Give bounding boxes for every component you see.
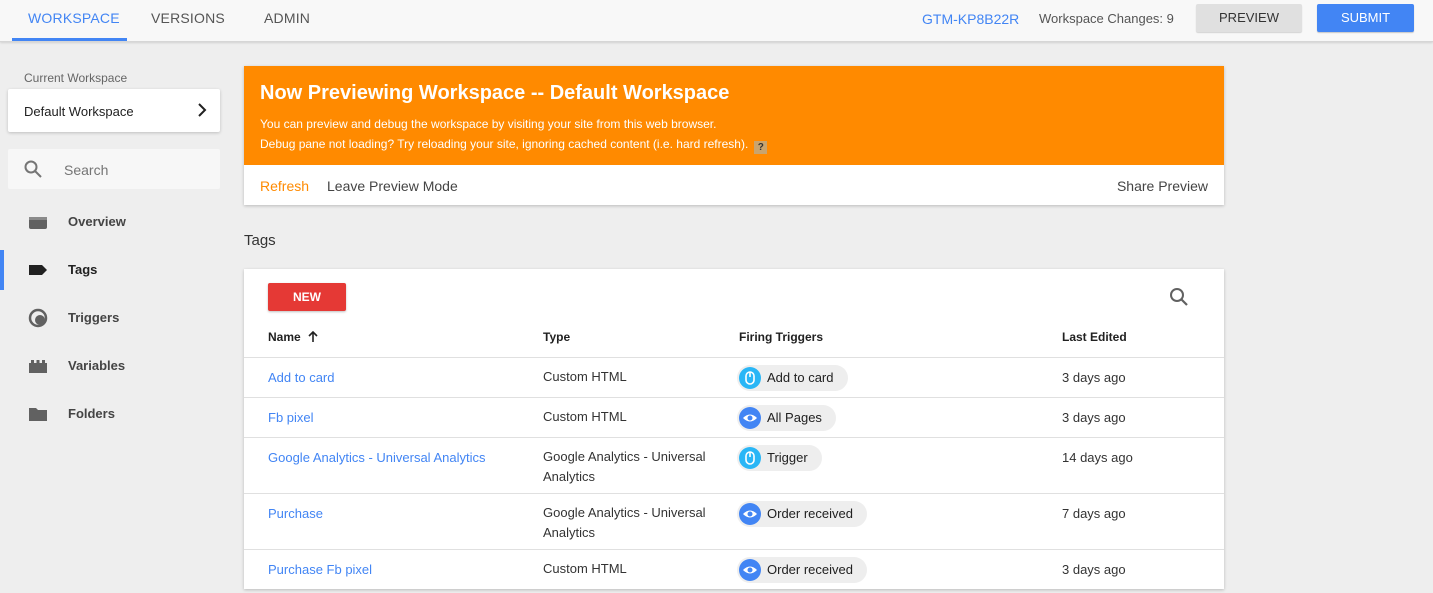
trigger-chip-label: Order received bbox=[767, 562, 853, 577]
preview-banner-debug-hint: Debug pane not loading? Try reloading yo… bbox=[260, 137, 768, 154]
sidebar-item-folders[interactable]: Folders bbox=[0, 394, 228, 434]
workspace-name: Default Workspace bbox=[24, 104, 134, 119]
trigger-chip-label: Add to card bbox=[767, 370, 834, 385]
column-header-name[interactable]: Name bbox=[268, 330, 319, 346]
table-row[interactable]: Purchase Google Analytics - Universal An… bbox=[244, 493, 1224, 549]
share-preview-link[interactable]: Share Preview bbox=[1117, 178, 1208, 194]
tab-admin[interactable]: ADMIN bbox=[264, 0, 310, 42]
top-bar: WORKSPACE VERSIONS ADMIN GTM-KP8B22R Wor… bbox=[0, 0, 1433, 42]
container-id-link[interactable]: GTM-KP8B22R bbox=[922, 11, 1019, 27]
sidebar-item-tags[interactable]: Tags bbox=[0, 250, 228, 290]
last-edited: 3 days ago bbox=[1062, 370, 1126, 385]
search-placeholder: Search bbox=[64, 162, 109, 178]
tag-type: Custom HTML bbox=[543, 409, 627, 424]
active-tab-indicator bbox=[12, 38, 127, 41]
tag-type: Google Analytics - Universal Analytics bbox=[543, 505, 706, 540]
click-trigger-icon bbox=[739, 447, 761, 469]
sidebar-item-overview[interactable]: Overview bbox=[0, 202, 228, 242]
refresh-link[interactable]: Refresh bbox=[260, 178, 309, 194]
tag-name-link[interactable]: Add to card bbox=[268, 370, 335, 385]
trigger-chip[interactable]: Order received bbox=[737, 557, 867, 583]
sidebar-item-label: Overview bbox=[68, 214, 126, 229]
tag-name-link[interactable]: Fb pixel bbox=[268, 410, 314, 425]
folder-icon bbox=[28, 404, 48, 424]
tags-table-card: NEW Name Type Firing Triggers Last Edite… bbox=[244, 269, 1224, 589]
variables-icon bbox=[28, 356, 48, 376]
column-header-last-edited[interactable]: Last Edited bbox=[1062, 330, 1127, 344]
tag-name-link[interactable]: Google Analytics - Universal Analytics bbox=[268, 450, 485, 465]
sidebar-item-label: Tags bbox=[68, 262, 98, 277]
trigger-chip[interactable]: Add to card bbox=[737, 365, 848, 391]
tab-versions[interactable]: VERSIONS bbox=[151, 0, 225, 42]
trigger-chip[interactable]: Trigger bbox=[737, 445, 822, 471]
eye-icon bbox=[739, 503, 761, 525]
last-edited: 7 days ago bbox=[1062, 506, 1126, 521]
sidebar-item-variables[interactable]: Variables bbox=[0, 346, 228, 386]
sidebar-search-input[interactable]: Search bbox=[8, 149, 220, 189]
preview-banner-message: You can preview and debug the workspace … bbox=[260, 117, 717, 131]
trigger-icon bbox=[28, 308, 48, 328]
preview-banner: Now Previewing Workspace -- Default Work… bbox=[244, 66, 1224, 205]
current-workspace-label: Current Workspace bbox=[24, 71, 128, 85]
preview-banner-header: Now Previewing Workspace -- Default Work… bbox=[244, 66, 1224, 165]
eye-icon bbox=[739, 559, 761, 581]
tag-icon bbox=[28, 260, 48, 280]
sidebar-item-triggers[interactable]: Triggers bbox=[0, 298, 228, 338]
sidebar-item-label: Folders bbox=[68, 406, 115, 421]
arrow-up-icon bbox=[307, 330, 319, 346]
page-title: Tags bbox=[244, 232, 276, 249]
trigger-chip-label: All Pages bbox=[767, 410, 822, 425]
workspace-selector[interactable]: Default Workspace bbox=[8, 89, 220, 132]
sidebar-item-label: Triggers bbox=[68, 310, 120, 325]
new-tag-button[interactable]: NEW bbox=[268, 283, 346, 311]
last-edited: 3 days ago bbox=[1062, 562, 1126, 577]
last-edited: 3 days ago bbox=[1062, 410, 1126, 425]
trigger-chip-label: Order received bbox=[767, 506, 853, 521]
column-header-label: Name bbox=[268, 330, 301, 344]
eye-icon bbox=[739, 407, 761, 429]
last-edited: 14 days ago bbox=[1062, 450, 1133, 465]
table-row[interactable]: Fb pixel Custom HTML All Pages 3 days ag… bbox=[244, 397, 1224, 437]
table-row[interactable]: Purchase Fb pixel Custom HTML Order rece… bbox=[244, 549, 1224, 589]
tag-type: Custom HTML bbox=[543, 561, 627, 576]
sidebar-item-label: Variables bbox=[68, 358, 126, 373]
tag-name-link[interactable]: Purchase bbox=[268, 506, 323, 521]
debug-hint-text: Debug pane not loading? Try reloading yo… bbox=[260, 137, 749, 151]
table-row[interactable]: Add to card Custom HTML Add to card 3 da… bbox=[244, 357, 1224, 397]
tag-type: Google Analytics - Universal Analytics bbox=[543, 449, 706, 484]
column-header-firing-triggers[interactable]: Firing Triggers bbox=[739, 330, 823, 344]
briefcase-icon bbox=[28, 212, 48, 232]
click-trigger-icon bbox=[739, 367, 761, 389]
table-row[interactable]: Google Analytics - Universal Analytics G… bbox=[244, 437, 1224, 493]
tag-name-link[interactable]: Purchase Fb pixel bbox=[268, 562, 372, 577]
tag-type: Custom HTML bbox=[543, 369, 627, 384]
column-header-type[interactable]: Type bbox=[543, 330, 570, 344]
trigger-chip[interactable]: Order received bbox=[737, 501, 867, 527]
trigger-chip[interactable]: All Pages bbox=[737, 405, 836, 431]
submit-button[interactable]: SUBMIT bbox=[1317, 4, 1414, 32]
workspace-changes-count: Workspace Changes: 9 bbox=[1039, 11, 1174, 26]
preview-button[interactable]: PREVIEW bbox=[1196, 4, 1302, 32]
search-icon[interactable] bbox=[1169, 287, 1189, 312]
trigger-chip-label: Trigger bbox=[767, 450, 808, 465]
chevron-right-icon bbox=[194, 102, 210, 123]
tab-workspace[interactable]: WORKSPACE bbox=[28, 0, 120, 42]
search-icon bbox=[24, 160, 42, 183]
preview-banner-title: Now Previewing Workspace -- Default Work… bbox=[260, 82, 730, 104]
help-icon[interactable]: ? bbox=[754, 141, 768, 154]
leave-preview-mode-link[interactable]: Leave Preview Mode bbox=[327, 178, 458, 194]
